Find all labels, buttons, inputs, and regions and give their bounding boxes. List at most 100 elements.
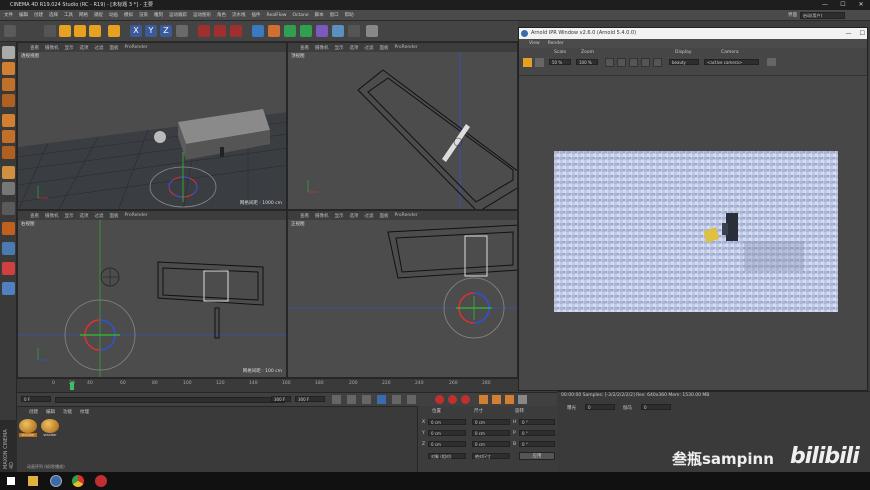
material-menu-edit[interactable]: 编辑 — [46, 409, 55, 415]
vp-menu-options[interactable]: 选项 — [80, 213, 89, 219]
viewport-front[interactable]: 查看 摄像机 显示 选项 过滤 面板 ProRender 正视图 — [287, 210, 518, 378]
menu-edit[interactable]: 编辑 — [19, 12, 28, 18]
light-icon[interactable] — [366, 25, 378, 37]
vp-menu-options[interactable]: 选项 — [80, 45, 89, 51]
subdivision-icon[interactable] — [284, 25, 296, 37]
rgb-channel-icon[interactable] — [605, 58, 614, 67]
undo-icon[interactable] — [4, 25, 16, 37]
region-icon[interactable] — [629, 58, 638, 67]
viewport-perspective[interactable]: 查看 摄像机 显示 选项 过滤 面板 ProRender 透视视图 网格间距:… — [17, 42, 287, 210]
menu-sculpt[interactable]: 雕刻 — [154, 12, 163, 18]
x-axis-icon[interactable]: X — [130, 25, 142, 37]
camera-icon[interactable] — [348, 25, 360, 37]
apply-button[interactable]: 应用 — [519, 452, 555, 460]
cube-icon[interactable] — [252, 25, 264, 37]
viewport-top[interactable]: 查看 摄像机 显示 选项 过滤 面板 ProRender 顶视图 — [287, 42, 518, 210]
vp-menu-display[interactable]: 显示 — [335, 213, 344, 219]
auto-key-icon[interactable] — [448, 395, 457, 404]
render-view-icon[interactable] — [198, 25, 210, 37]
display-select[interactable]: beauty — [669, 59, 699, 65]
menu-window[interactable]: 窗口 — [330, 12, 339, 18]
vp-menu-view[interactable]: 查看 — [300, 45, 309, 51]
make-editable-icon[interactable] — [2, 46, 15, 59]
previous-frame-icon[interactable] — [362, 395, 371, 404]
menu-create[interactable]: 创建 — [34, 12, 43, 18]
y-axis-icon[interactable]: Y — [145, 25, 157, 37]
texture-mode-icon[interactable] — [2, 78, 15, 91]
end-frame-field[interactable]: 300 F — [295, 396, 325, 402]
chrome-icon[interactable] — [72, 475, 84, 487]
vp-menu-camera[interactable]: 摄像机 — [315, 45, 329, 51]
minimize-button[interactable]: — — [816, 0, 834, 10]
vp-menu-filter[interactable]: 过滤 — [95, 213, 104, 219]
lock-selection-icon[interactable] — [653, 58, 662, 67]
scale-key-icon[interactable] — [492, 395, 501, 404]
position-x-field[interactable]: 0 cm — [428, 419, 466, 425]
param-key-icon[interactable] — [518, 395, 527, 404]
menu-animate[interactable]: 动画 — [109, 12, 118, 18]
vp-menu-display[interactable]: 显示 — [65, 213, 74, 219]
menu-mograph[interactable]: 运动图形 — [193, 12, 211, 18]
vp-menu-panel[interactable]: 面板 — [110, 45, 119, 51]
size-z-field[interactable]: 0 cm — [472, 441, 510, 447]
vp-menu-prorender[interactable]: ProRender — [125, 45, 148, 50]
position-key-icon[interactable] — [479, 395, 488, 404]
z-axis-icon[interactable]: Z — [160, 25, 172, 37]
start-frame-field[interactable]: 0 F — [21, 396, 51, 402]
menu-pipeline[interactable]: 流水线 — [232, 12, 246, 18]
menu-tools[interactable]: 工具 — [64, 12, 73, 18]
move-tool-icon[interactable] — [59, 25, 71, 37]
recent-tool-icon[interactable] — [108, 25, 120, 37]
menu-script[interactable]: 脚本 — [315, 12, 324, 18]
crop-icon[interactable] — [641, 58, 650, 67]
vp-menu-panel[interactable]: 面板 — [380, 45, 389, 51]
material-menu-function[interactable]: 功能 — [63, 409, 72, 415]
vp-menu-panel[interactable]: 面板 — [110, 213, 119, 219]
camera-select[interactable]: <active camera> — [704, 59, 759, 65]
play-icon[interactable] — [377, 395, 386, 404]
vp-menu-panel[interactable]: 面板 — [380, 213, 389, 219]
size-mode-select[interactable]: 绝对尺寸 — [472, 453, 510, 459]
select-tool-icon[interactable] — [44, 25, 56, 37]
zoom-field[interactable]: 100 % — [576, 59, 598, 65]
menu-mesh[interactable]: 网格 — [79, 12, 88, 18]
points-mode-icon[interactable] — [2, 114, 15, 127]
menu-select[interactable]: 选择 — [49, 12, 58, 18]
go-to-start-icon[interactable] — [332, 395, 341, 404]
vp-menu-camera[interactable]: 摄像机 — [45, 45, 59, 51]
gamma-field[interactable]: 0 — [641, 404, 671, 410]
soft-select-icon[interactable] — [2, 222, 15, 235]
pause-render-icon[interactable] — [535, 58, 544, 67]
keyframe-selection-icon[interactable] — [461, 395, 470, 404]
vp-menu-view[interactable]: 查看 — [300, 213, 309, 219]
render-picture-icon[interactable] — [214, 25, 226, 37]
vp-menu-view[interactable]: 查看 — [30, 45, 39, 51]
vp-menu-filter[interactable]: 过滤 — [365, 45, 374, 51]
vp-menu-prorender[interactable]: ProRender — [395, 213, 418, 218]
model-mode-icon[interactable] — [2, 62, 15, 75]
position-z-field[interactable]: 0 cm — [428, 441, 466, 447]
cinema4d-taskbar-icon[interactable] — [50, 475, 62, 487]
previous-key-icon[interactable] — [347, 395, 356, 404]
recorder-icon[interactable] — [95, 475, 107, 487]
size-y-field[interactable]: 0 cm — [472, 430, 510, 436]
start-button-icon[interactable] — [7, 477, 15, 485]
menu-file[interactable]: 文件 — [4, 12, 13, 18]
lock-icon[interactable] — [2, 242, 15, 255]
scale-field[interactable]: 50 % — [549, 59, 571, 65]
array-icon[interactable] — [300, 25, 312, 37]
menu-realflow[interactable]: RealFlow — [267, 13, 287, 18]
polygons-mode-icon[interactable] — [2, 146, 15, 159]
start-render-icon[interactable] — [523, 58, 532, 67]
alpha-channel-icon[interactable] — [617, 58, 626, 67]
vp-menu-options[interactable]: 选项 — [350, 213, 359, 219]
snap-icon[interactable] — [2, 202, 15, 215]
axis-mode-icon[interactable] — [2, 182, 15, 195]
vp-menu-prorender[interactable]: ProRender — [395, 45, 418, 50]
deformer-icon[interactable] — [316, 25, 328, 37]
vp-menu-display[interactable]: 显示 — [335, 45, 344, 51]
material-menu-texture[interactable]: 纹理 — [80, 409, 89, 415]
size-x-field[interactable]: 0 cm — [472, 419, 510, 425]
vp-menu-camera[interactable]: 摄像机 — [45, 213, 59, 219]
rotation-h-field[interactable]: 0 ° — [519, 419, 555, 425]
